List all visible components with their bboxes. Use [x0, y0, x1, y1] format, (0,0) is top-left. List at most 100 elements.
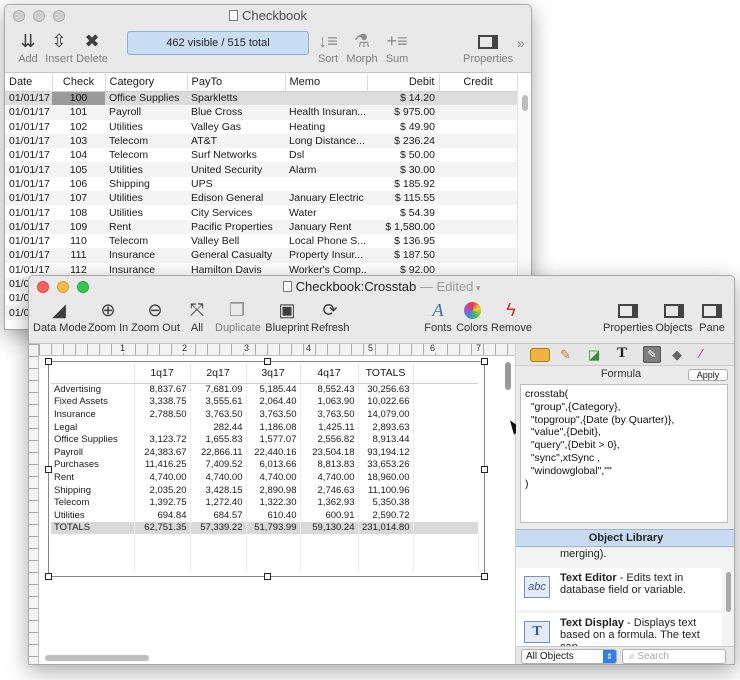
table-cell[interactable]: $ 14.20 — [367, 91, 439, 105]
table-cell[interactable] — [439, 162, 517, 176]
table-cell[interactable]: 106 — [52, 177, 105, 191]
table-cell[interactable]: Water — [285, 205, 367, 219]
table-cell[interactable]: $ 975.00 — [367, 105, 439, 119]
table-cell[interactable]: 101 — [52, 105, 105, 119]
select-all-button[interactable]: ⤧ All — [185, 300, 209, 334]
table-cell[interactable]: Telecom — [105, 234, 187, 248]
table-row[interactable]: 01/01/17 103 Telecom AT&T Long Distance... $ … — [5, 133, 517, 149]
table-row[interactable]: 01/01/17 108 Utilities City Services Water $ … — [5, 205, 517, 219]
table-cell[interactable]: 107 — [52, 191, 105, 205]
table-cell[interactable]: Telecom — [105, 134, 187, 148]
delete-button[interactable]: ✖ Delete — [75, 31, 109, 65]
table-cell[interactable]: Utilities — [105, 162, 187, 176]
table-row[interactable]: 01/01/17 106 Shipping UPS $ 185.92 — [5, 177, 517, 191]
selection-handle[interactable] — [264, 358, 271, 365]
table-cell[interactable]: 105 — [52, 162, 105, 176]
formula-editor[interactable]: crosstab( "group",{Category}, "topgroup"… — [520, 384, 728, 523]
table-cell[interactable]: Blue Cross — [187, 105, 285, 119]
table-cell[interactable]: Heating — [285, 120, 367, 134]
crosstab-titlebar[interactable]: Checkbook:Crosstab — Edited ▾ — [29, 276, 734, 298]
column-header-debit[interactable]: Debit — [367, 74, 440, 91]
edited-indicator[interactable]: — Edited — [420, 279, 473, 294]
selection-handle[interactable] — [481, 358, 488, 365]
apply-button[interactable]: Apply — [688, 369, 728, 381]
table-cell[interactable]: 109 — [52, 220, 105, 234]
table-cell[interactable]: Telecom — [105, 148, 187, 162]
horizontal-scrollbar[interactable] — [41, 652, 501, 664]
table-cell[interactable]: Local Phone S... — [285, 234, 367, 248]
zoom-button[interactable] — [53, 10, 65, 22]
table-cell[interactable]: Utilities — [105, 191, 187, 205]
selection-handle[interactable] — [45, 466, 52, 473]
column-header-payto[interactable]: PayTo — [187, 74, 286, 91]
checkbook-titlebar[interactable]: Checkbook — [5, 5, 531, 27]
table-cell[interactable]: 108 — [52, 205, 105, 219]
table-row[interactable]: 01/01/17 107 Utilities Edison General Januar… — [5, 191, 517, 206]
table-row[interactable]: 01/01/17 110 Telecom Valley Bell Local Phone… — [5, 234, 517, 248]
table-row[interactable]: 01/01/17 109 Rent Pacific Properties January… — [5, 219, 517, 234]
table-cell[interactable]: General Casualty — [187, 248, 285, 262]
table-cell[interactable] — [439, 120, 517, 134]
table-cell[interactable]: UPS — [187, 177, 285, 191]
table-cell[interactable]: Utilities — [105, 205, 187, 219]
table-cell[interactable]: 104 — [52, 148, 105, 162]
table-cell[interactable]: $ 136.95 — [367, 234, 439, 248]
table-cell[interactable] — [285, 91, 367, 105]
table-cell[interactable]: 111 — [52, 248, 105, 262]
table-cell[interactable]: Alarm — [285, 162, 367, 176]
table-cell[interactable]: 110 — [52, 234, 105, 248]
table-cell[interactable]: 01/01/17 — [5, 220, 52, 234]
close-button[interactable] — [13, 10, 25, 22]
column-header-credit[interactable]: Credit — [439, 74, 518, 91]
table-cell[interactable]: AT&T — [187, 134, 285, 148]
table-cell[interactable] — [285, 177, 367, 191]
table-cell[interactable]: Health Insuran... — [285, 105, 367, 119]
table-cell[interactable]: Surf Networks — [187, 148, 285, 162]
table-cell[interactable]: Edison General — [187, 191, 285, 205]
table-cell[interactable]: 01/01/17 — [5, 120, 52, 134]
table-cell[interactable]: Long Distance... — [285, 134, 367, 148]
table-cell[interactable]: $ 115.55 — [367, 191, 439, 205]
remove-button[interactable]: ϟ Remove — [491, 300, 532, 334]
table-row[interactable]: 01/01/17 105 Utilities United Security Alarm… — [5, 162, 517, 177]
table-cell[interactable] — [439, 205, 517, 219]
table-cell[interactable]: Insurance — [105, 248, 187, 262]
table-cell[interactable]: $ 49.90 — [367, 120, 439, 134]
table-cell[interactable]: 01/01/17 — [5, 191, 52, 205]
data-mode-button[interactable]: ◢ Data Mode — [33, 300, 87, 334]
table-cell[interactable]: Shipping — [105, 177, 187, 191]
table-cell[interactable]: 01/01/17 — [5, 91, 52, 105]
table-cell[interactable]: January Rent — [285, 220, 367, 234]
objects-button[interactable]: Objects — [655, 300, 693, 334]
tab-text-icon[interactable]: T — [617, 345, 627, 362]
table-cell[interactable]: $ 30.00 — [367, 162, 439, 176]
object-filter-select[interactable]: All Objects ⇕ — [521, 649, 617, 664]
table-cell[interactable]: 102 — [52, 120, 105, 134]
insert-button[interactable]: ⇳ Insert — [41, 31, 77, 65]
selection-handle[interactable] — [45, 358, 52, 365]
table-cell[interactable]: Valley Gas — [187, 120, 285, 134]
table-row[interactable]: 01/01/17 101 Payroll Blue Cross Health Insur… — [5, 105, 517, 120]
table-cell[interactable]: Utilities — [105, 120, 187, 134]
table-cell[interactable]: 01/01/17 — [5, 248, 52, 262]
minimize-button[interactable] — [33, 10, 45, 22]
table-row[interactable]: 01/01/17 100 Office Supplies Sparkletts $ 14… — [5, 91, 517, 106]
tab-wand-icon[interactable]: ⁄ — [700, 346, 702, 361]
toolbar-overflow-icon[interactable]: » — [517, 35, 525, 51]
library-scrollbar-thumb[interactable] — [726, 572, 731, 612]
morph-button[interactable]: ⚗ Morph — [345, 31, 379, 65]
table-cell[interactable] — [439, 134, 517, 148]
column-header-check[interactable]: Check — [52, 74, 106, 91]
table-cell[interactable]: $ 1,580.00 — [367, 220, 439, 234]
duplicate-button[interactable]: ❐ Duplicate — [215, 300, 261, 334]
table-row[interactable]: 01/01/17 111 Insurance General Casualty Prop… — [5, 248, 517, 263]
table-row[interactable]: 01/01/17 102 Utilities Valley Gas Heating $ 4… — [5, 120, 517, 134]
blueprint-button[interactable]: ▣ Blueprint — [265, 300, 309, 334]
table-cell[interactable]: January Electric — [285, 191, 367, 205]
table-cell[interactable]: City Services — [187, 205, 285, 219]
table-cell[interactable]: $ 187.50 — [367, 248, 439, 262]
table-cell[interactable]: United Security — [187, 162, 285, 176]
table-cell[interactable] — [439, 220, 517, 234]
colors-button[interactable]: Colors — [455, 300, 489, 334]
zoom-out-button[interactable]: ⊖ Zoom Out — [131, 300, 180, 334]
